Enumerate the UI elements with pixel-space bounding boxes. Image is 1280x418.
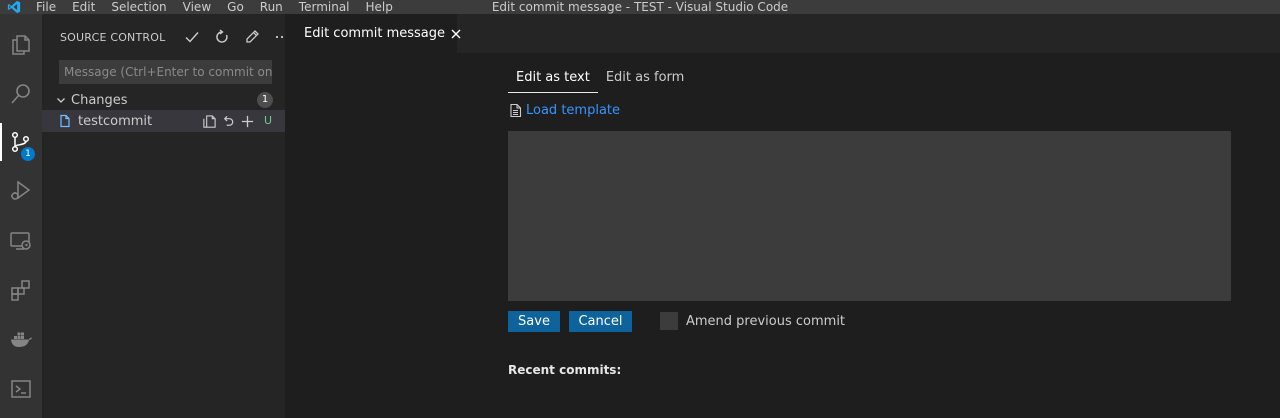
amend-checkbox[interactable] xyxy=(660,312,678,330)
template-file-icon xyxy=(510,103,522,118)
commit-check-icon[interactable] xyxy=(177,26,207,48)
file-name: testcommit xyxy=(78,113,153,129)
menu-view[interactable]: View xyxy=(175,0,219,14)
menu-selection[interactable]: Selection xyxy=(103,0,174,14)
file-icon xyxy=(60,114,70,128)
remote-explorer-icon[interactable] xyxy=(0,218,42,264)
amend-label: Amend previous commit xyxy=(686,313,846,329)
editor-tab-bar: Edit commit message xyxy=(285,14,1280,53)
vscode-logo-icon xyxy=(0,0,28,14)
explorer-icon[interactable] xyxy=(0,22,42,68)
discard-changes-icon[interactable] xyxy=(219,112,238,130)
commit-message-textarea[interactable] xyxy=(508,131,1231,301)
menu-help[interactable]: Help xyxy=(358,0,401,14)
tab-label: Edit commit message xyxy=(304,26,446,41)
docker-icon[interactable] xyxy=(0,316,42,362)
search-icon[interactable] xyxy=(0,71,42,117)
chevron-down-icon xyxy=(57,98,65,103)
file-status-untracked: U xyxy=(263,114,272,127)
sidebar-header: SOURCE CONTROL xyxy=(42,14,289,60)
changes-label: Changes xyxy=(71,92,128,108)
changed-file-row[interactable]: testcommit U xyxy=(42,110,285,132)
amend-option[interactable]: Amend previous commit xyxy=(660,312,845,330)
menu-terminal[interactable]: Terminal xyxy=(291,0,358,14)
edit-mode-tabs: Edit as text Edit as form xyxy=(508,63,692,93)
activity-bar: 1 xyxy=(0,14,42,418)
cancel-button[interactable]: Cancel xyxy=(569,311,632,332)
source-control-sidebar: SOURCE CONTROL Message (Ctrl+Enter to co… xyxy=(42,14,289,418)
menu-file[interactable]: File xyxy=(28,0,64,14)
changes-group[interactable]: Changes 1 xyxy=(42,89,285,111)
commit-message-input[interactable]: Message (Ctrl+Enter to commit on '... xyxy=(59,60,272,84)
source-control-icon[interactable]: 1 xyxy=(0,119,42,165)
terminal-icon[interactable] xyxy=(0,366,42,412)
menu-run[interactable]: Run xyxy=(252,0,291,14)
edit-pencil-icon[interactable] xyxy=(237,26,267,48)
window-title: Edit commit message - TEST - Visual Stud… xyxy=(491,0,789,14)
menu-go[interactable]: Go xyxy=(219,0,252,14)
changes-count-badge: 1 xyxy=(257,92,273,108)
title-bar: File Edit Selection View Go Run Terminal… xyxy=(0,0,1280,14)
close-icon[interactable] xyxy=(451,27,461,41)
load-template-link[interactable]: Load template xyxy=(509,103,620,118)
tab-edit-as-form[interactable]: Edit as form xyxy=(598,63,693,93)
commit-editor: Edit as text Edit as form Load template … xyxy=(285,53,1280,418)
scm-badge: 1 xyxy=(21,147,35,161)
recent-commits-heading: Recent commits: xyxy=(508,363,622,377)
menu-bar: File Edit Selection View Go Run Terminal… xyxy=(28,0,401,14)
open-file-icon[interactable] xyxy=(200,112,219,130)
run-debug-icon[interactable] xyxy=(0,168,42,214)
tab-edit-commit-message[interactable]: Edit commit message xyxy=(285,14,461,53)
save-button[interactable]: Save xyxy=(508,311,560,332)
stage-changes-icon[interactable] xyxy=(238,112,257,130)
extensions-icon[interactable] xyxy=(0,267,42,313)
load-template-label: Load template xyxy=(526,103,621,118)
menu-edit[interactable]: Edit xyxy=(64,0,103,14)
sidebar-title: SOURCE CONTROL xyxy=(60,30,166,44)
refresh-icon[interactable] xyxy=(207,26,237,48)
tab-edit-as-text[interactable]: Edit as text xyxy=(508,63,598,93)
